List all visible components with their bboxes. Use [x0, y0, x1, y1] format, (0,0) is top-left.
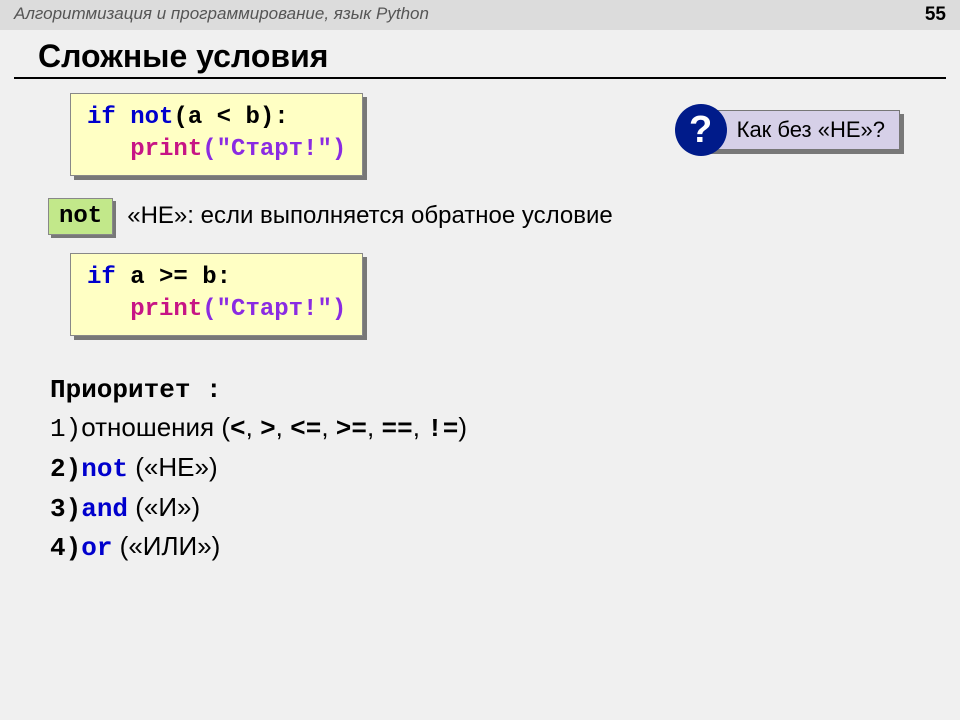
question-mark-icon: ? [675, 104, 727, 156]
code2-indent [87, 296, 130, 323]
priority-title: Приоритет : [50, 372, 960, 410]
code1-indent [87, 136, 130, 163]
not-description: «НЕ»: если выполняется обратное условие [127, 202, 613, 230]
code1-args: ("Старт!") [202, 136, 346, 163]
code2-cond: a >= b: [116, 264, 231, 291]
priority-block: Приоритет : 1)отношения (<, >, <=, >=, =… [50, 372, 960, 568]
not-badge: not [48, 198, 113, 235]
fn-print-1: print [130, 136, 202, 163]
callout-text: Как без «НЕ»? [737, 117, 885, 143]
code-block-1: if not(a < b): print("Старт!") [70, 93, 363, 176]
code1-cond: (a < b): [173, 104, 288, 131]
priority-line-4: 4)or («ИЛИ») [50, 528, 960, 568]
code-block-2: if a >= b: print("Старт!") [70, 253, 363, 336]
kw-if-2: if [87, 264, 116, 291]
fn-print-2: print [130, 296, 202, 323]
priority-line-3: 3)and («И») [50, 489, 960, 529]
question-callout: ? Как без «НЕ»? [698, 110, 900, 150]
header-subject: Алгоритмизация и программирование, язык … [14, 4, 429, 26]
slide-title: Сложные условия [14, 30, 946, 79]
priority-line-1: 1)отношения (<, >, <=, >=, ==, !=) [50, 409, 960, 449]
kw-if: if [87, 104, 116, 131]
header-bar: Алгоритмизация и программирование, язык … [0, 0, 960, 30]
page-number: 55 [925, 4, 946, 26]
code2-args: ("Старт!") [202, 296, 346, 323]
priority-line-2: 2)not («НЕ») [50, 449, 960, 489]
kw-not: not [130, 104, 173, 131]
